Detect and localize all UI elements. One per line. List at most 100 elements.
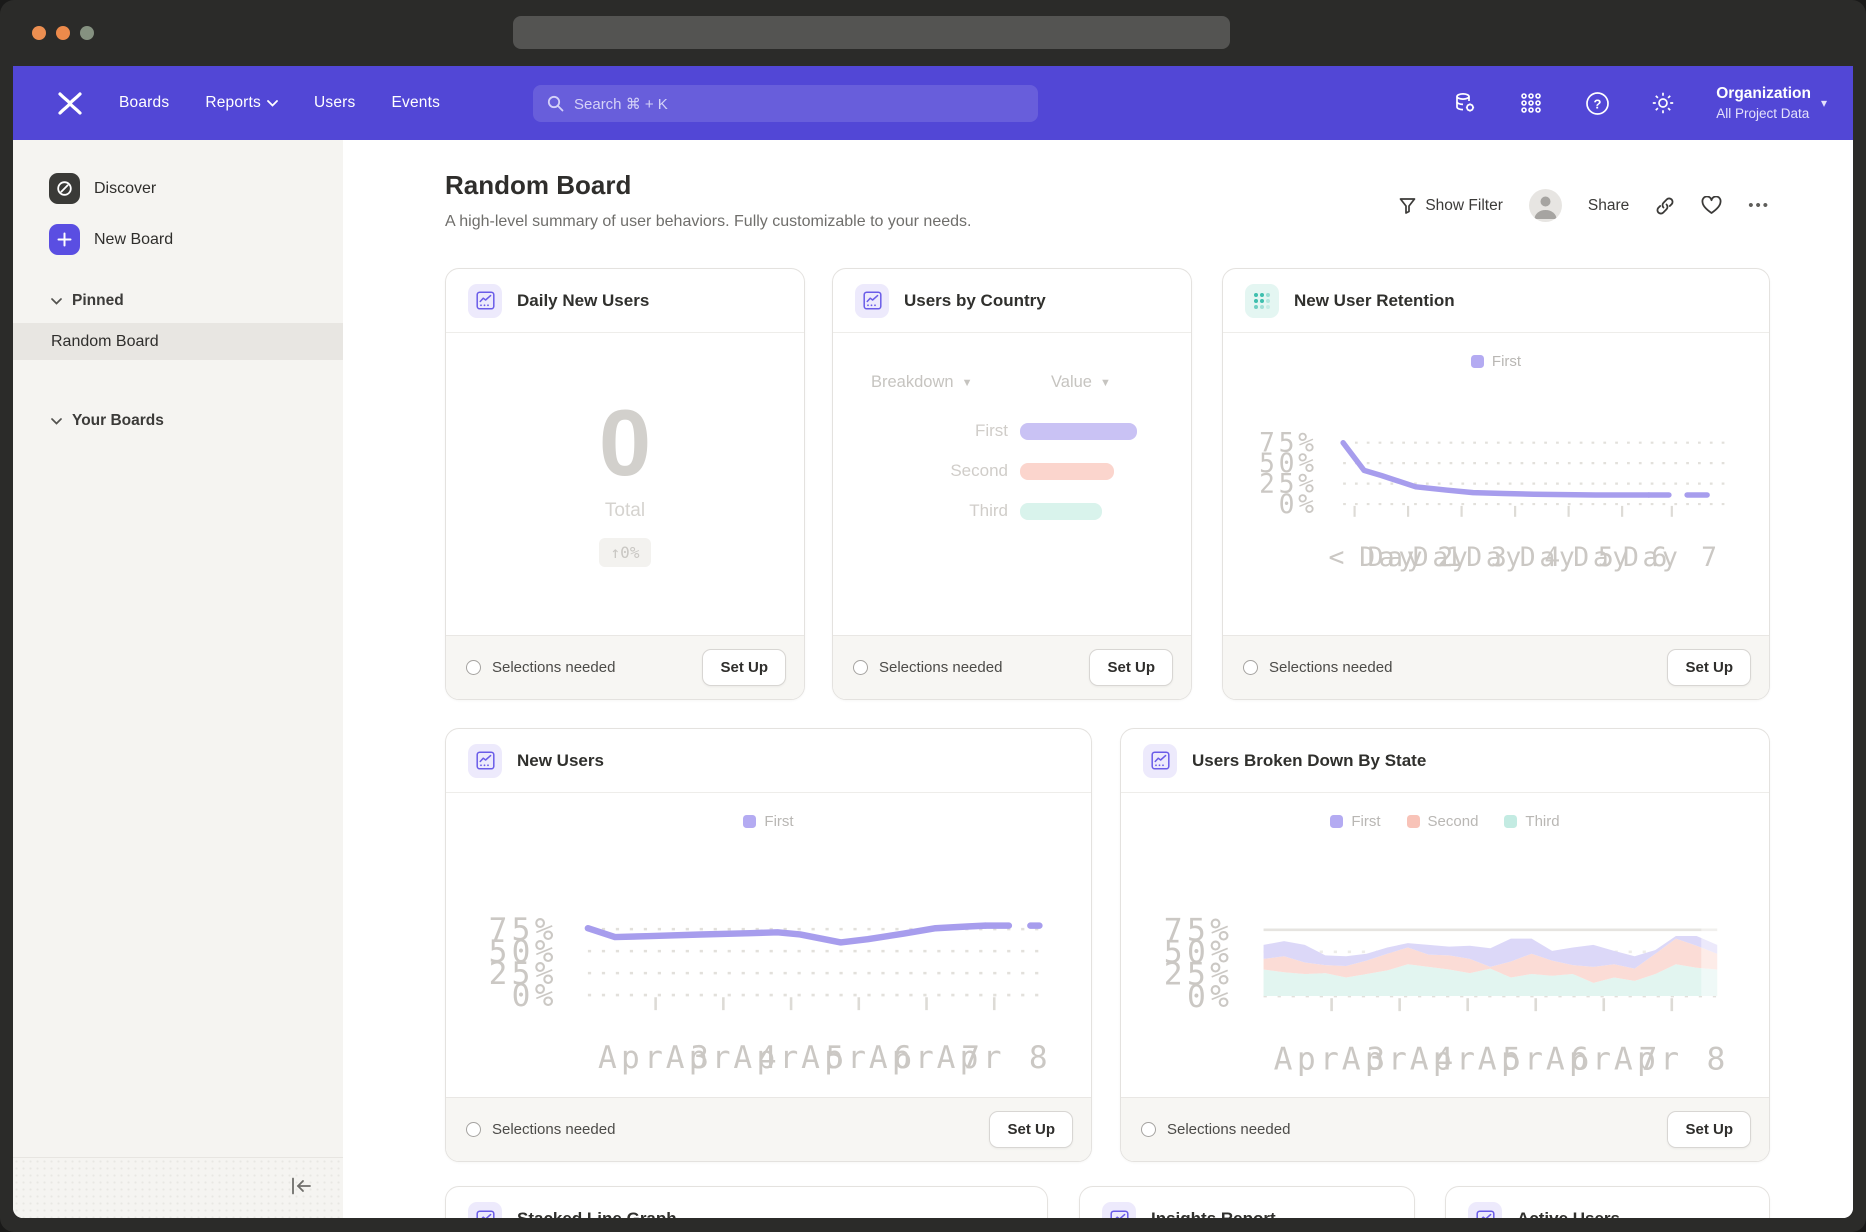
metric-label: Total (605, 500, 645, 522)
legend-item-first[interactable]: First (1471, 353, 1521, 370)
new-board-button[interactable]: New Board (13, 224, 343, 255)
metric-value: 0 (599, 396, 651, 490)
status-label: Selections needed (879, 659, 1002, 676)
card-daily-new-users: Daily New Users 0 Total ↑0% Selectio (445, 268, 805, 700)
window-titlebar (0, 0, 1866, 66)
filter-funnel-icon (1399, 197, 1416, 214)
sidebar: Discover New Board Pinned Random Board (13, 140, 343, 1218)
window-minimize-button[interactable] (56, 26, 70, 40)
chevron-down-icon: ▾ (1821, 96, 1827, 110)
browser-window: Boards Reports Users Events Search ⌘ + K (0, 0, 1866, 1232)
board-canvas: Random Board A high-level summary of use… (343, 140, 1853, 1218)
breakdown-row-third: Third (868, 501, 1102, 521)
address-bar[interactable] (513, 16, 1230, 49)
new-board-label: New Board (94, 231, 173, 249)
status-label: Selections needed (1269, 659, 1392, 676)
legend-swatch-icon (1330, 815, 1343, 828)
avatar[interactable] (1529, 189, 1562, 222)
discover-label: Discover (94, 180, 156, 198)
org-name: Organization (1716, 85, 1811, 103)
card-users-by-state: Users Broken Down By State FirstSecondTh… (1120, 728, 1770, 1162)
pinned-section-toggle[interactable]: Pinned (13, 292, 343, 310)
copy-link-icon[interactable] (1655, 196, 1675, 216)
card-title: New Users (517, 751, 604, 771)
breakdown-row-first: First (868, 421, 1137, 441)
nav-link-reports[interactable]: Reports (205, 94, 278, 112)
line-chart-icon (1468, 1202, 1502, 1218)
page-title: Random Board (445, 170, 971, 201)
legend-item-first[interactable]: First (743, 813, 793, 830)
legend-item-second[interactable]: Second (1407, 813, 1479, 830)
nav-links: Boards Reports Users Events (119, 94, 440, 112)
window-zoom-button[interactable] (80, 26, 94, 40)
breakdown-row-second: Second (868, 461, 1114, 481)
window-close-button[interactable] (32, 26, 46, 40)
svg-text:Apr 8: Apr 8 (1614, 1041, 1730, 1077)
status-radio-icon (853, 660, 868, 675)
status-radio-icon (466, 1122, 481, 1137)
status-label: Selections needed (492, 659, 615, 676)
share-button[interactable]: Share (1588, 197, 1629, 215)
org-switcher[interactable]: Organization All Project Data ▾ (1716, 85, 1827, 121)
your-boards-section-toggle[interactable]: Your Boards (13, 412, 343, 430)
card-title: Users by Country (904, 291, 1046, 311)
card-title: Stacked Line Graph (517, 1209, 677, 1218)
data-settings-icon[interactable] (1452, 90, 1478, 116)
legend-swatch-icon (1471, 355, 1484, 368)
settings-gear-icon[interactable] (1650, 90, 1676, 116)
svg-text:Apr 8: Apr 8 (937, 1040, 1052, 1076)
chevron-down-icon (51, 298, 62, 305)
value-bar (1020, 423, 1137, 440)
card-title: Active Users (1517, 1209, 1620, 1218)
help-icon[interactable]: ? (1584, 90, 1610, 116)
retention-dots-icon (1245, 284, 1279, 318)
show-filter-button[interactable]: Show Filter (1399, 197, 1503, 215)
set-up-button[interactable]: Set Up (1667, 649, 1751, 686)
chevron-down-icon (51, 418, 62, 425)
svg-text:Day 7: Day 7 (1623, 543, 1721, 573)
value-bar (1020, 463, 1114, 480)
sidebar-item-discover[interactable]: Discover (13, 173, 343, 204)
set-up-button[interactable]: Set Up (989, 1111, 1073, 1148)
line-chart-icon (1102, 1202, 1136, 1218)
nav-link-events[interactable]: Events (391, 94, 440, 112)
legend-swatch-icon (1504, 815, 1517, 828)
collapse-sidebar-icon[interactable] (289, 1176, 313, 1201)
search-input[interactable]: Search ⌘ + K (533, 85, 1038, 122)
discover-compass-icon (49, 173, 80, 204)
mixpanel-logo-icon[interactable] (55, 88, 85, 118)
card-insights-report: Insights Report (1079, 1186, 1415, 1218)
apps-grid-icon[interactable] (1518, 90, 1544, 116)
line-chart-icon (1143, 744, 1177, 778)
nav-link-users[interactable]: Users (314, 94, 355, 112)
sidebar-item-random-board[interactable]: Random Board (13, 323, 343, 360)
breakdown-dropdown[interactable]: Breakdown▼ (871, 373, 972, 392)
breakdown-label: Third (868, 501, 1008, 521)
line-chart-icon (468, 284, 502, 318)
more-options-button[interactable]: ••• (1748, 197, 1770, 214)
card-title: Insights Report (1151, 1209, 1276, 1218)
status-radio-icon (1243, 660, 1258, 675)
svg-text:0%: 0% (1279, 490, 1318, 520)
new-users-chart: 75%50%25%0%Apr 3Apr 4Apr 5Apr 6Apr 7Apr … (446, 793, 1091, 1116)
value-dropdown[interactable]: Value▼ (1051, 373, 1111, 392)
set-up-button[interactable]: Set Up (1089, 649, 1173, 686)
page-subtitle: A high-level summary of user behaviors. … (445, 213, 971, 231)
card-active-users: Active Users (1445, 1186, 1770, 1218)
retention-chart: 75%50%25%0%< Day 1Day 2Day 3Day 4Day 5Da… (1223, 333, 1769, 606)
top-nav: Boards Reports Users Events Search ⌘ + K (13, 66, 1853, 140)
card-title: Daily New Users (517, 291, 649, 311)
status-label: Selections needed (1167, 1121, 1290, 1138)
line-chart-icon (468, 1202, 502, 1218)
line-chart-icon (468, 744, 502, 778)
favorite-heart-icon[interactable] (1701, 196, 1722, 215)
caret-down-icon: ▼ (962, 377, 973, 389)
legend-item-third[interactable]: Third (1504, 813, 1559, 830)
legend-item-first[interactable]: First (1330, 813, 1380, 830)
value-bar (1020, 503, 1102, 520)
nav-link-boards[interactable]: Boards (119, 94, 169, 112)
svg-text:0%: 0% (512, 978, 558, 1014)
set-up-button[interactable]: Set Up (702, 649, 786, 686)
person-icon (1529, 189, 1562, 222)
search-placeholder: Search ⌘ + K (574, 95, 668, 113)
